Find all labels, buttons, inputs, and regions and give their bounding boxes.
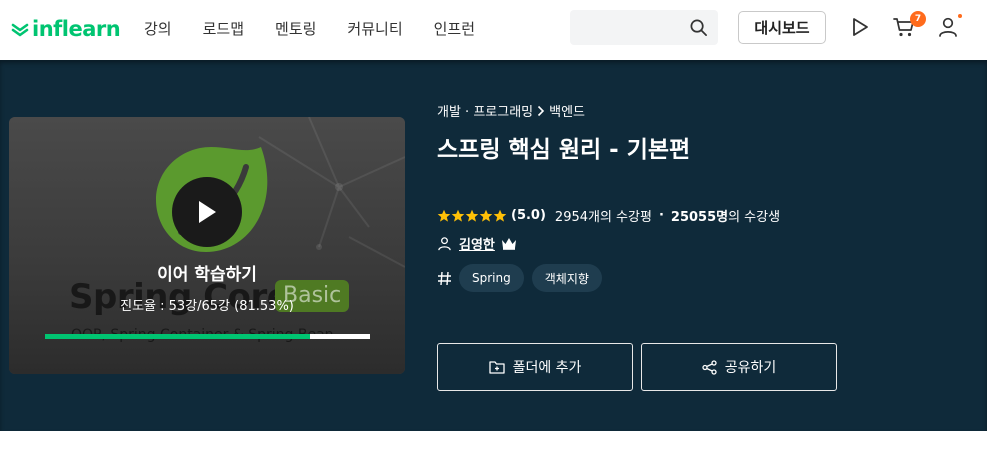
breadcrumb-subcategory[interactable]: 백엔드 [549, 101, 585, 120]
progress-bar [45, 334, 370, 339]
author-name[interactable]: 김영한 [459, 234, 495, 253]
course-hero: Spring Core Basic OOP, Spring Container … [0, 60, 987, 431]
star-icon [493, 209, 507, 222]
author-row: 김영한 [437, 234, 517, 253]
bullet-separator: · [658, 208, 664, 223]
course-thumbnail[interactable]: Spring Core Basic OOP, Spring Container … [9, 117, 405, 374]
menu-item-courses[interactable]: 강의 [144, 18, 172, 39]
share-label: 공유하기 [724, 360, 777, 376]
top-nav: inflearn 강의 로드맵 멘토링 커뮤니티 인프런 대시보드 7 [0, 0, 987, 60]
resume-learning-label[interactable]: 이어 학습하기 [9, 260, 405, 285]
star-icon [465, 209, 479, 222]
progress-text: 진도율 : 53강/65강 (81.53%) [120, 299, 294, 314]
add-to-folder-label: 폴더에 추가 [512, 360, 582, 376]
user-icon [438, 237, 451, 251]
cart-count-badge: 7 [910, 11, 926, 27]
crown-icon [501, 238, 516, 250]
play-button[interactable] [172, 177, 242, 247]
tag-oop[interactable]: 객체지향 [531, 264, 602, 292]
rating-row: (5.0) 2954개의 수강평 · 25055명 의 수강생 [437, 206, 780, 225]
play-icon-button[interactable] [848, 15, 872, 39]
menu-item-inflearn[interactable]: 인프런 [434, 18, 475, 39]
inflearn-logo[interactable]: inflearn [10, 16, 121, 42]
main-menu: 강의 로드맵 멘토링 커뮤니티 인프런 [144, 0, 506, 56]
star-icon [437, 209, 451, 222]
student-count: 25055명 [670, 210, 729, 225]
chevron-right-icon [538, 105, 545, 116]
folder-plus-icon [488, 361, 505, 374]
notification-dot [958, 14, 962, 18]
hash-icon [438, 271, 451, 285]
star-icon [451, 209, 465, 222]
breadcrumb: 개발 · 프로그래밍 백엔드 [437, 101, 585, 120]
menu-item-community[interactable]: 커뮤니티 [347, 18, 402, 39]
tags-row: Spring 객체지향 [437, 264, 602, 292]
tag-spring[interactable]: Spring [459, 264, 524, 292]
course-title: 스프링 핵심 원리 - 기본편 [437, 137, 691, 163]
play-outline-icon [853, 18, 868, 36]
breadcrumb-category[interactable]: 개발 · 프로그래밍 [437, 101, 533, 120]
add-to-folder-button[interactable]: 폴더에 추가 [437, 343, 633, 391]
star-rating [437, 209, 507, 223]
dashboard-button[interactable]: 대시보드 [738, 11, 826, 44]
play-icon [199, 201, 216, 223]
user-icon [939, 17, 957, 37]
share-icon [702, 359, 717, 375]
menu-item-mentoring[interactable]: 멘토링 [275, 18, 316, 39]
progress-fill [45, 334, 310, 339]
logo-icon [11, 23, 29, 37]
share-button[interactable]: 공유하기 [641, 343, 837, 391]
student-count-suffix: 의 수강생 [728, 210, 781, 225]
search-icon[interactable] [689, 18, 708, 37]
menu-item-roadmap[interactable]: 로드맵 [203, 18, 244, 39]
profile-button[interactable] [936, 15, 960, 39]
search-input[interactable] [570, 10, 718, 45]
logo-text: inflearn [32, 17, 121, 41]
rating-value: (5.0) [511, 208, 546, 223]
review-count[interactable]: 2954개의 수강평 [555, 206, 652, 225]
star-icon [479, 209, 493, 222]
